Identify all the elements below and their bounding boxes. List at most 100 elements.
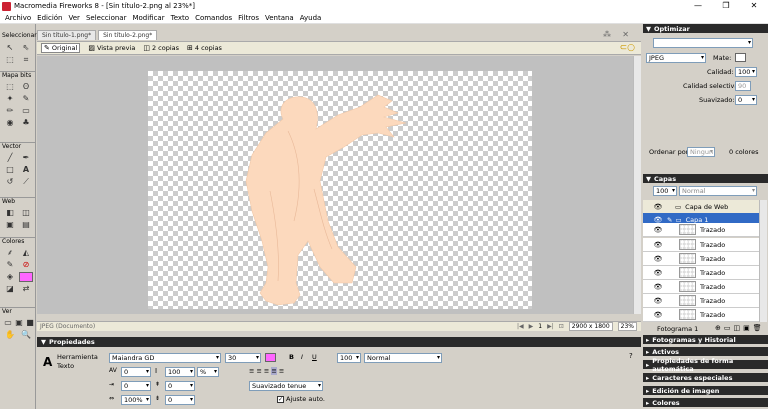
canvas-dimensions[interactable]: 2900 x 1800	[568, 322, 613, 331]
leading-unit-select[interactable]: %	[197, 367, 219, 377]
paint-bucket-tool-icon[interactable]: ◭	[19, 248, 33, 258]
quality-field[interactable]: 100	[735, 67, 757, 77]
underline-button[interactable]: U	[312, 353, 317, 361]
document-close-icon[interactable]: ✕	[622, 30, 629, 39]
pen-tool-icon[interactable]: ✒	[19, 153, 33, 163]
layer-object-row[interactable]: 👁 Trazado	[643, 223, 759, 237]
layer-object-row[interactable]: 👁 Trazado	[643, 308, 759, 322]
canvas[interactable]	[148, 71, 532, 309]
swap-colors-icon[interactable]: ⇄	[19, 284, 33, 294]
autokern-checkbox[interactable]: ✓ Ajuste auto.	[277, 395, 325, 403]
menu-edicion[interactable]: Edición	[34, 14, 65, 22]
layer-blend-select[interactable]: Normal	[679, 186, 757, 196]
stroke-swatch-icon[interactable]: ⊘	[19, 260, 33, 270]
align-justify-icon[interactable]: ≡	[271, 367, 277, 375]
menu-ventana[interactable]: Ventana	[262, 14, 297, 22]
canvas-area[interactable]	[37, 56, 641, 314]
layer-object-row[interactable]: 👁 Trazado	[643, 266, 759, 280]
brush-tool-icon[interactable]: ✎	[19, 94, 33, 104]
rectangle-tool-icon[interactable]: □	[3, 165, 17, 175]
fill-color-icon[interactable]: ◈	[3, 272, 17, 282]
vertical-scrollbar[interactable]	[633, 56, 641, 314]
align-center-icon[interactable]: ≡	[256, 367, 261, 375]
layer-object-row[interactable]: 👁 Trazado	[643, 252, 759, 266]
menu-comandos[interactable]: Comandos	[192, 14, 235, 22]
full-screen-icon[interactable]: ■	[25, 318, 35, 328]
menu-filtros[interactable]: Filtros	[235, 14, 262, 22]
mask-icon[interactable]: ◫	[734, 324, 741, 332]
layers-header[interactable]: ▼ Capas	[643, 174, 768, 183]
hotspot-tool-icon[interactable]: ◧	[3, 208, 17, 218]
marquee-tool-icon[interactable]: ⬚	[3, 82, 17, 92]
panel-special-characters[interactable]: ▸ Caracteres especiales	[643, 373, 768, 382]
selective-quality-field[interactable]: 90	[735, 81, 751, 91]
view-original-button[interactable]: ✎ Original	[41, 43, 81, 53]
close-button[interactable]: ✕	[740, 0, 768, 12]
eye-icon[interactable]: 👁	[653, 297, 663, 305]
new-layer-icon[interactable]: ▭	[724, 324, 731, 332]
zoom-tool-icon[interactable]: 🔍	[19, 330, 33, 340]
layer-opacity-field[interactable]: 100	[653, 186, 677, 196]
maximize-button[interactable]: ❐	[712, 0, 740, 12]
menu-seleccionar[interactable]: Seleccionar	[83, 14, 130, 22]
fill-swatch-icon[interactable]	[19, 272, 33, 282]
menu-ver[interactable]: Ver	[66, 14, 83, 22]
default-colors-icon[interactable]: ◪	[3, 284, 17, 294]
eye-icon[interactable]: 👁	[653, 255, 663, 263]
full-screen-menus-icon[interactable]: ▣	[14, 318, 24, 328]
menu-ayuda[interactable]: Ayuda	[297, 14, 325, 22]
leading-field[interactable]: 100	[165, 367, 195, 377]
magic-wand-tool-icon[interactable]: ✦	[3, 94, 17, 104]
text-tool-icon[interactable]: A	[19, 165, 33, 175]
eye-icon[interactable]: 👁	[653, 226, 663, 234]
panel-frames-history[interactable]: ▸ Fotogramas y Historial	[643, 335, 768, 344]
font-select[interactable]: Maiandra GD	[109, 353, 221, 363]
kerning-field[interactable]: 0	[121, 367, 151, 377]
panel-image-editing[interactable]: ▸ Edición de imagen	[643, 386, 768, 395]
stroke-color-icon[interactable]: ✎	[3, 260, 17, 270]
layers-scrollbar[interactable]	[759, 200, 767, 322]
optimize-preset-select[interactable]	[653, 38, 753, 48]
freeform-tool-icon[interactable]: ↺	[3, 177, 17, 187]
view-2up-button[interactable]: ◫ 2 copias	[143, 44, 179, 52]
duplicate-icon[interactable]: ▣	[743, 324, 750, 332]
optimize-header[interactable]: ▼ Optimizar	[643, 24, 768, 33]
eye-icon[interactable]: 👁	[653, 311, 663, 319]
play-icon[interactable]: ▶	[529, 323, 534, 330]
layer-object-row[interactable]: 👁 Trazado	[643, 280, 759, 294]
layer-web[interactable]: 👁 ▭ Capa de Web	[643, 200, 759, 214]
antialias-select[interactable]: Suavizado tenue	[249, 381, 323, 391]
new-sublayer-icon[interactable]: ⊕	[715, 324, 721, 332]
lasso-tool-icon[interactable]: ʘ	[19, 82, 33, 92]
layer-object-row[interactable]: 👁 Trazado	[643, 238, 759, 252]
layer-object-row[interactable]: 👁 Trazado	[643, 294, 759, 308]
pointer-tool-icon[interactable]: ↖	[3, 43, 17, 53]
text-color-swatch[interactable]	[265, 353, 276, 362]
standard-screen-icon[interactable]: ▭	[3, 318, 13, 328]
hand-tool-icon[interactable]: ✋	[3, 330, 17, 340]
tab-sin-titulo-1[interactable]: Sin título-1.png*	[37, 30, 97, 40]
view-preview-button[interactable]: ▨ Vista previa	[88, 44, 135, 52]
align-stretch-icon[interactable]: ≡	[279, 367, 284, 375]
align-right-icon[interactable]: ≡	[264, 367, 269, 375]
knife-tool-icon[interactable]: ⟋	[19, 177, 33, 187]
eye-icon[interactable]: 👁	[653, 269, 663, 277]
line-tool-icon[interactable]: ╱	[3, 153, 17, 163]
minimize-button[interactable]: —	[684, 0, 712, 12]
panel-autoshape-properties[interactable]: ▸ Propiedades de forma automática	[643, 357, 768, 373]
hide-slices-icon[interactable]: ▣	[3, 220, 17, 230]
help-icon[interactable]: ?	[629, 352, 633, 360]
properties-header[interactable]: ▼ Propiedades	[37, 337, 641, 347]
next-frame-icon[interactable]: ▶|	[547, 323, 554, 330]
export-format-select[interactable]: JPEG	[646, 53, 706, 63]
menu-modificar[interactable]: Modificar	[129, 14, 167, 22]
matte-swatch[interactable]	[735, 53, 746, 62]
menu-archivo[interactable]: Archivo	[2, 14, 34, 22]
stamp-tool-icon[interactable]: ♣	[19, 118, 33, 128]
first-frame-icon[interactable]: |◀	[517, 323, 524, 330]
show-slices-icon[interactable]: ▤	[19, 220, 33, 230]
eye-icon[interactable]: 👁	[653, 241, 663, 249]
zoom-level[interactable]: 23%	[617, 322, 637, 331]
blend-mode-select[interactable]: Normal	[364, 353, 442, 363]
crop-tool-icon[interactable]: ⌗	[19, 55, 33, 65]
